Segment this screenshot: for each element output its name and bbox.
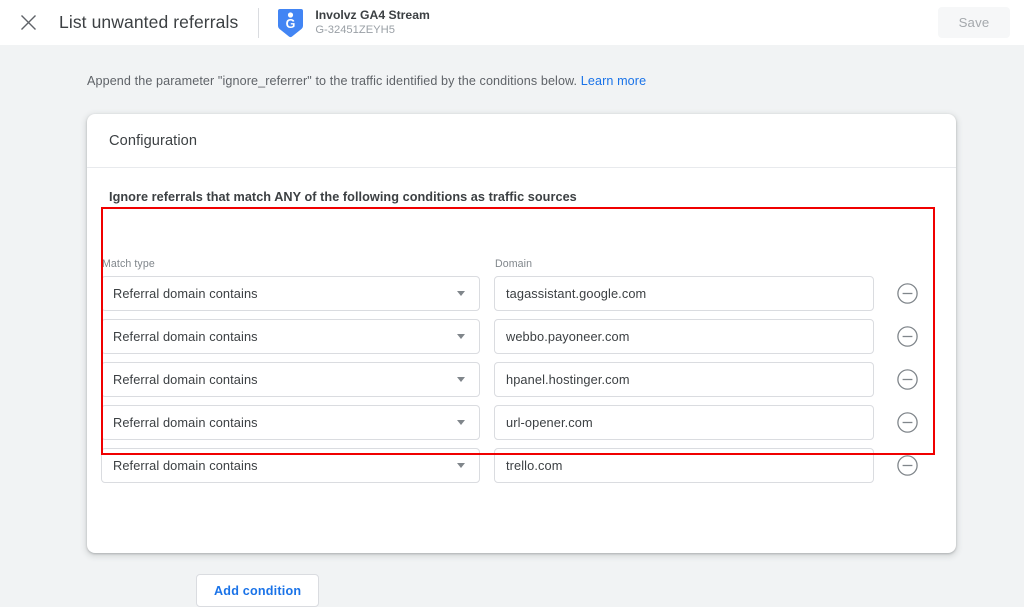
- card-header-title: Configuration: [109, 132, 198, 149]
- remove-condition-button[interactable]: [896, 282, 919, 305]
- remove-condition-button[interactable]: [896, 368, 919, 391]
- chevron-down-icon: [457, 420, 465, 425]
- remove-condition-button[interactable]: [896, 325, 919, 348]
- remove-condition-button[interactable]: [896, 411, 919, 434]
- google-analytics-tag-icon: G: [277, 8, 304, 38]
- section-heading: Ignore referrals that match ANY of the f…: [109, 190, 577, 204]
- domain-label: Domain: [495, 258, 533, 270]
- app-bar: List unwanted referrals G Involvz GA4 St…: [0, 0, 1024, 45]
- match-type-select[interactable]: Referral domain contains: [101, 362, 480, 397]
- condition-row: Referral domain contains url-opener.com: [101, 405, 921, 448]
- domain-value: url-opener.com: [506, 415, 593, 430]
- match-type-select[interactable]: Referral domain contains: [101, 276, 480, 311]
- remove-circle-icon: [896, 454, 919, 477]
- stream-info: G Involvz GA4 Stream G-32451ZEYH5: [277, 8, 430, 38]
- card-header: Configuration: [87, 114, 956, 168]
- condition-row: Referral domain contains trello.com: [101, 448, 921, 491]
- match-type-select[interactable]: Referral domain contains: [101, 319, 480, 354]
- match-type-value: Referral domain contains: [113, 415, 258, 430]
- remove-circle-icon: [896, 368, 919, 391]
- match-type-label: Match type: [102, 258, 155, 270]
- domain-value: hpanel.hostinger.com: [506, 372, 630, 387]
- domain-value: webbo.payoneer.com: [506, 329, 630, 344]
- page-title: List unwanted referrals: [59, 12, 239, 32]
- match-type-select[interactable]: Referral domain contains: [101, 405, 480, 440]
- domain-value: trello.com: [506, 458, 563, 473]
- condition-row: Referral domain contains webbo.payoneer.…: [101, 319, 921, 362]
- domain-input[interactable]: webbo.payoneer.com: [494, 319, 874, 354]
- conditions-list: Match type Domain Referral domain contai…: [101, 257, 921, 491]
- match-type-value: Referral domain contains: [113, 286, 258, 301]
- match-type-select[interactable]: Referral domain contains: [101, 448, 480, 483]
- intro-text: Append the parameter "ignore_referrer" t…: [87, 74, 578, 88]
- intro-description: Append the parameter "ignore_referrer" t…: [87, 74, 646, 88]
- domain-input[interactable]: url-opener.com: [494, 405, 874, 440]
- match-type-value: Referral domain contains: [113, 372, 258, 387]
- page-body: Append the parameter "ignore_referrer" t…: [0, 45, 1024, 607]
- card-body: Ignore referrals that match ANY of the f…: [87, 190, 956, 204]
- remove-circle-icon: [896, 282, 919, 305]
- condition-row: Referral domain contains tagassistant.go…: [101, 276, 921, 319]
- domain-input[interactable]: trello.com: [494, 448, 874, 483]
- save-button[interactable]: Save: [938, 7, 1010, 38]
- close-icon: [20, 14, 37, 31]
- match-type-value: Referral domain contains: [113, 458, 258, 473]
- svg-text:G: G: [286, 17, 296, 31]
- stream-name: Involvz GA4 Stream: [315, 8, 430, 23]
- header-divider: [258, 7, 260, 38]
- stream-measurement-id: G-32451ZEYH5: [315, 24, 395, 37]
- remove-condition-button[interactable]: [896, 454, 919, 477]
- domain-value: tagassistant.google.com: [506, 286, 647, 301]
- chevron-down-icon: [457, 291, 465, 296]
- configuration-card: Configuration Ignore referrals that matc…: [87, 114, 956, 607]
- chevron-down-icon: [457, 377, 465, 382]
- learn-more-link[interactable]: Learn more: [581, 74, 646, 88]
- remove-circle-icon: [896, 325, 919, 348]
- remove-circle-icon: [896, 411, 919, 434]
- condition-row: Referral domain contains hpanel.hostinge…: [101, 362, 921, 405]
- domain-input[interactable]: tagassistant.google.com: [494, 276, 874, 311]
- domain-input[interactable]: hpanel.hostinger.com: [494, 362, 874, 397]
- close-button[interactable]: [9, 4, 47, 42]
- add-condition-button[interactable]: Add condition: [196, 574, 320, 607]
- match-type-value: Referral domain contains: [113, 329, 258, 344]
- chevron-down-icon: [457, 463, 465, 468]
- field-labels: Match type Domain: [101, 257, 921, 276]
- chevron-down-icon: [457, 334, 465, 339]
